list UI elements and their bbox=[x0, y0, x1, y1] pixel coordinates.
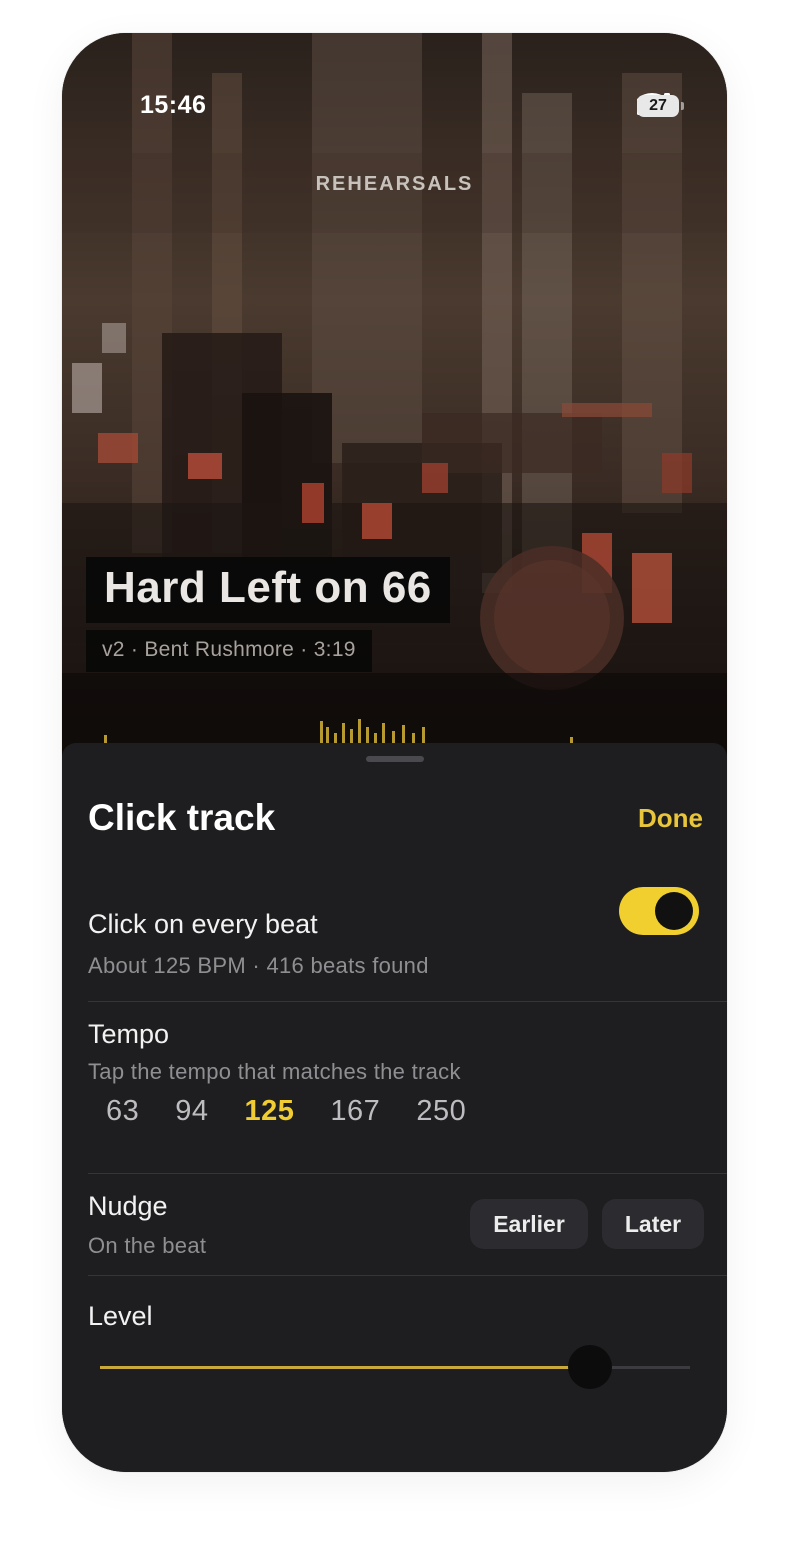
click-every-beat-label: Click on every beat bbox=[88, 909, 318, 939]
tempo-option-125[interactable]: 125 bbox=[227, 1089, 313, 1134]
done-button[interactable]: Done bbox=[638, 803, 703, 834]
divider bbox=[88, 1001, 727, 1002]
status-icons: 27 bbox=[637, 93, 684, 119]
album-artwork: 15:46 27 REHEARSALS Hard Left on 66 v2 ·… bbox=[62, 33, 727, 773]
tempo-option-94[interactable]: 94 bbox=[157, 1089, 226, 1134]
click-every-beat-toggle[interactable] bbox=[619, 887, 699, 935]
divider bbox=[88, 1173, 727, 1174]
tempo-sub: Tap the tempo that matches the track bbox=[88, 1059, 461, 1084]
level-slider[interactable] bbox=[100, 1345, 690, 1389]
sheet-title: Click track bbox=[88, 797, 276, 838]
level-slider-fill bbox=[100, 1366, 590, 1369]
nudge-label: Nudge bbox=[88, 1191, 168, 1221]
status-time: 15:46 bbox=[140, 91, 207, 119]
level-slider-thumb[interactable] bbox=[568, 1345, 612, 1389]
nav-title: REHEARSALS bbox=[315, 173, 474, 195]
track-meta-text: v2 · Bent Rushmore · 3:19 bbox=[102, 638, 356, 661]
track-title: Hard Left on 66 bbox=[104, 563, 432, 612]
tempo-label: Tempo bbox=[88, 1019, 170, 1049]
nudge-earlier-button[interactable]: Earlier bbox=[470, 1199, 588, 1249]
click-every-beat-sub: About 125 BPM · 416 beats found bbox=[88, 953, 429, 978]
tempo-option-250[interactable]: 250 bbox=[398, 1089, 484, 1134]
toggle-knob bbox=[655, 892, 693, 930]
battery-icon: 27 bbox=[637, 95, 684, 117]
level-label: Level bbox=[88, 1301, 153, 1331]
tempo-option-167[interactable]: 167 bbox=[312, 1089, 398, 1134]
nudge-sub: On the beat bbox=[88, 1233, 207, 1258]
chevron-down-icon[interactable] bbox=[62, 33, 90, 57]
track-title-box: Hard Left on 66 bbox=[86, 557, 450, 623]
click-track-sheet: Click track Done Click on every beat Abo… bbox=[62, 743, 727, 1472]
battery-level: 27 bbox=[649, 97, 667, 114]
divider bbox=[88, 1275, 727, 1276]
nudge-later-button[interactable]: Later bbox=[602, 1199, 704, 1249]
tempo-option-63[interactable]: 63 bbox=[88, 1089, 157, 1134]
phone-screen: 15:46 27 REHEARSALS Hard Left on 66 v2 ·… bbox=[62, 33, 727, 1472]
track-meta: v2 · Bent Rushmore · 3:19 bbox=[86, 630, 372, 672]
tempo-options: 63 94 125 167 250 bbox=[88, 1089, 484, 1134]
sheet-grabber[interactable] bbox=[366, 756, 424, 762]
